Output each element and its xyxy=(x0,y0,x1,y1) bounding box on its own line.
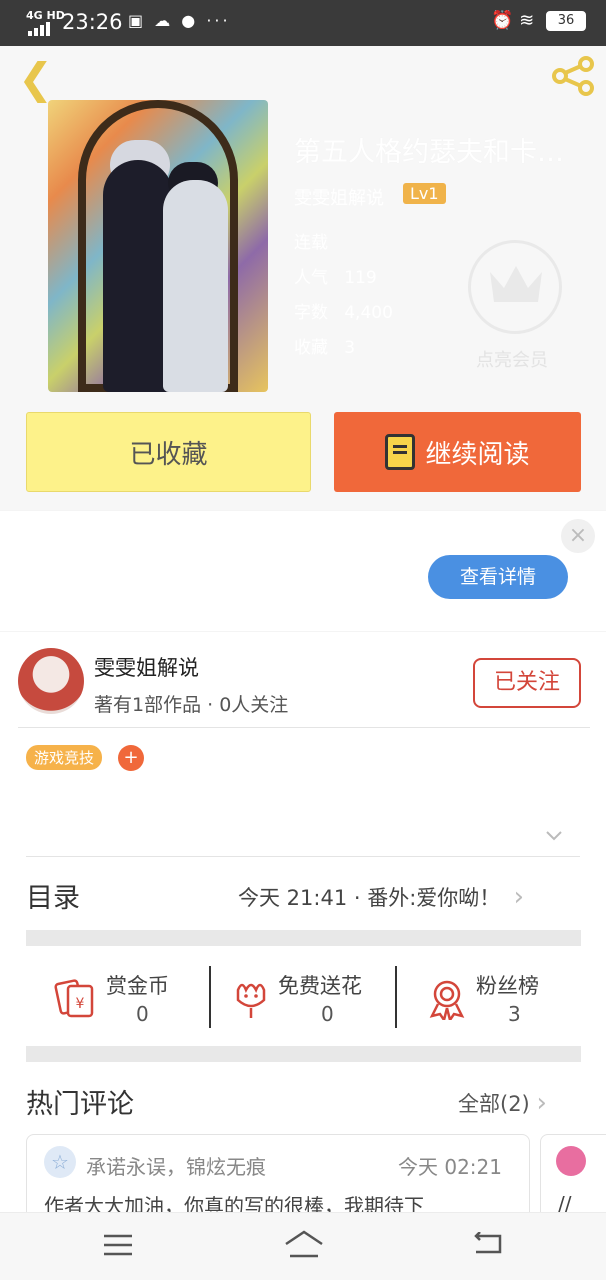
book-icon xyxy=(385,434,416,470)
notification-icons: ▣ ☁ ● ··· xyxy=(128,11,231,30)
chevron-right-icon: › xyxy=(513,882,525,912)
close-icon[interactable]: × xyxy=(561,519,595,553)
battery-level: 36 xyxy=(546,11,586,31)
author-stats: 著有1部作品 · 0人关注 xyxy=(94,694,289,716)
book-author[interactable]: 雯雯姐解说 xyxy=(294,184,384,210)
status-time: 23:26 xyxy=(62,10,123,34)
genre-tag[interactable]: 游戏竞技 xyxy=(26,745,103,770)
book-details-panel xyxy=(0,632,606,1212)
follow-button[interactable]: 已关注 xyxy=(473,658,581,708)
reward-coins[interactable]: ¥ 赏金币 0 xyxy=(54,966,204,1028)
avatar[interactable] xyxy=(18,648,84,714)
book-cover-image[interactable] xyxy=(48,100,268,392)
add-tag-button[interactable]: + xyxy=(118,745,144,771)
vip-label[interactable]: 点亮会员 xyxy=(476,346,548,372)
book-title: 第五人格约瑟夫和卡… xyxy=(294,137,564,168)
medal-icon xyxy=(429,980,465,1020)
home-icon[interactable] xyxy=(284,1230,324,1258)
network-indicator: 4G HD xyxy=(26,9,65,22)
book-word-count: 字数 4,400 xyxy=(294,303,393,323)
stat-value: 0 xyxy=(136,1002,149,1026)
section-separator xyxy=(26,1046,581,1062)
svg-text:¥: ¥ xyxy=(76,996,85,1012)
hot-comments-title: 热门评论 xyxy=(26,1089,134,1120)
all-comments-link[interactable]: 全部(2) › xyxy=(458,1088,547,1118)
view-details-button[interactable]: 查看详情 xyxy=(428,555,568,599)
author-name[interactable]: 雯雯姐解说 xyxy=(94,652,199,682)
divider xyxy=(395,966,397,1028)
section-separator xyxy=(26,930,581,946)
share-icon[interactable] xyxy=(550,56,596,96)
stat-value: 0 xyxy=(321,1002,334,1026)
toc-title[interactable]: 目录 xyxy=(26,876,80,915)
favorited-button[interactable]: 已收藏 xyxy=(26,412,311,492)
book-popularity: 人气 119 xyxy=(294,268,377,288)
divider xyxy=(209,966,211,1028)
author-level-badge: Lv1 xyxy=(403,183,446,204)
stat-label: 赏金币 xyxy=(106,974,169,998)
back-arrow-icon[interactable]: ❮ xyxy=(18,54,53,103)
stat-value: 3 xyxy=(508,1002,521,1026)
status-right: ⏰ ≋ 36 xyxy=(491,10,586,31)
divider xyxy=(26,856,580,857)
avatar xyxy=(556,1146,586,1176)
wifi-icon: ≋ xyxy=(519,10,535,31)
signal-icon xyxy=(28,22,50,36)
red-envelope-icon: ¥ xyxy=(54,979,94,1018)
back-icon[interactable] xyxy=(472,1232,504,1256)
comment-time: 今天 02:21 xyxy=(398,1155,502,1179)
book-status: 连载 xyxy=(294,233,328,253)
status-bar: 4G HD 23:26 ▣ ☁ ● ··· ⏰ ≋ 36 xyxy=(0,0,606,46)
user-avatar-icon: ☆ xyxy=(44,1146,76,1178)
menu-icon[interactable] xyxy=(104,1234,132,1256)
alarm-icon: ⏰ xyxy=(491,10,514,31)
stat-label: 免费送花 xyxy=(278,974,362,998)
chevron-right-icon: › xyxy=(536,1088,547,1118)
book-favorites: 收藏 3 xyxy=(294,338,356,358)
chevron-down-icon[interactable] xyxy=(544,826,564,846)
continue-reading-button[interactable]: 继续阅读 xyxy=(334,412,581,492)
crown-icon xyxy=(490,266,542,302)
stat-label: 粉丝榜 xyxy=(476,974,539,998)
flower-icon xyxy=(236,983,266,1018)
fan-ranking[interactable]: 粉丝榜 3 xyxy=(426,966,566,1028)
divider xyxy=(18,727,590,728)
continue-reading-label: 继续阅读 xyxy=(425,439,530,470)
toc-latest-chapter[interactable]: 今天 21:41 · 番外:爱你呦！ › xyxy=(238,882,524,912)
comment-user[interactable]: 承诺永误，锦炫无痕 xyxy=(86,1151,266,1180)
free-flowers[interactable]: 免费送花 0 xyxy=(230,966,390,1028)
favorited-label: 已收藏 xyxy=(129,439,208,470)
